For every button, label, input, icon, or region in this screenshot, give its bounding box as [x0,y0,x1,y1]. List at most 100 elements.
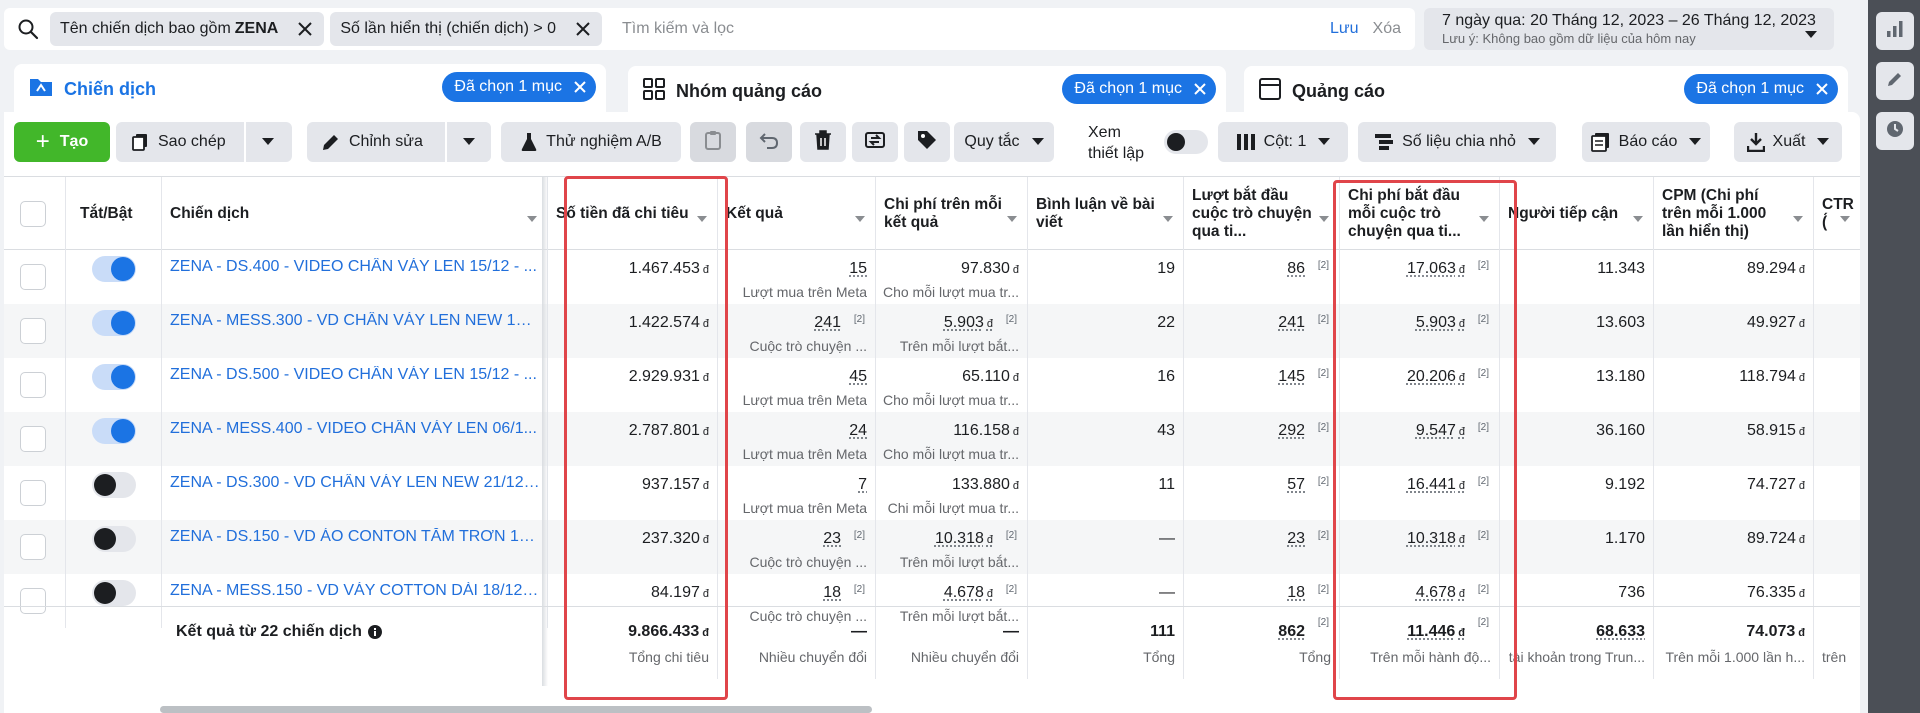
info-icon[interactable] [367,625,382,639]
campaign-name-link[interactable]: ZENA - MESS.400 - VIDEO CHÂN VÁY LEN 06/… [170,420,540,438]
filter-chip-campaign-name[interactable]: Tên chiến dịch bao gồm ZENA [50,12,325,46]
close-icon[interactable] [1816,83,1828,95]
reports-button[interactable]: Báo cáo [1582,122,1710,162]
edit-dropdown[interactable] [445,122,491,162]
campaign-toggle[interactable] [92,580,136,606]
breakdown-button[interactable]: Số liệu chia nhỏ [1358,122,1556,162]
column-header-cost_convo[interactable]: Chi phí bắt đầu mỗi cuộc trò chuyện qua … [1340,177,1500,251]
history-button[interactable] [1876,112,1914,150]
column-header-convos[interactable]: Lượt bắt đầu cuộc trò chuyện qua ti... [1184,177,1340,251]
cost_convo-value[interactable]: 17.063 đ [1407,260,1465,278]
convos-value[interactable]: 18 [1287,584,1305,602]
duplicate-dropdown[interactable] [244,122,290,162]
campaign-toggle[interactable] [92,364,136,390]
close-icon[interactable] [296,20,314,38]
close-icon[interactable] [1194,83,1206,95]
horizontal-scrollbar[interactable] [160,706,872,713]
column-header-name[interactable]: Chiến dịch [162,177,548,251]
columns-button[interactable]: Cột: 1 [1218,122,1348,162]
column-header-spend[interactable]: Số tiền đã chi tiêu [548,177,718,251]
cost_convo-value[interactable]: 5.903 đ [1416,314,1465,332]
sort-caret-icon[interactable] [1479,209,1489,222]
table-row[interactable]: ZENA - DS.400 - VIDEO CHÂN VÁY LEN 15/12… [4,250,1860,304]
cost_convo-value[interactable]: 10.318 đ [1407,530,1465,548]
column-header-comments[interactable]: Bình luận về bài viết [1028,177,1184,251]
save-filter-link[interactable]: Lưu [1330,20,1359,38]
tag-button[interactable] [904,122,950,162]
campaign-toggle[interactable] [92,526,136,552]
close-icon[interactable] [574,81,586,93]
convos-value[interactable]: 23 [1287,530,1305,548]
selected-pill[interactable]: Đã chọn 1 mục [1684,74,1838,104]
column-header-cpm[interactable]: CPM (Chi phí trên mỗi 1.000 lần hiển thị… [1654,177,1814,251]
chart-button[interactable] [1876,12,1914,50]
create-button[interactable]: + Tạo [14,122,110,162]
column-header-cpr[interactable]: Chi phí trên mỗi kết quả [876,177,1028,251]
sort-caret-icon[interactable] [1793,209,1803,222]
selected-pill[interactable]: Đã chọn 1 mục [1062,74,1216,104]
convos-value[interactable]: 145 [1278,368,1305,386]
campaign-name-link[interactable]: ZENA - MESS.150 - VD VÁY COTTON DÀI 18/1… [170,582,540,600]
row-checkbox[interactable] [20,480,46,506]
convos-value[interactable]: 241 [1278,314,1305,332]
sort-caret-icon[interactable] [1633,209,1643,222]
column-header-ctr[interactable]: CTR (́ [1814,177,1860,251]
sort-caret-icon[interactable] [855,209,865,222]
table-row[interactable]: ZENA - DS.500 - VIDEO CHÂN VÁY LEN 15/12… [4,358,1860,412]
sort-caret-icon[interactable] [1163,209,1173,222]
campaign-name-link[interactable]: ZENA - DS.300 - VD CHÂN VÁY LEN NEW 21/1… [170,474,540,492]
result-value[interactable]: 23 [823,530,841,548]
cost_convo-value[interactable]: 9.547 đ [1416,422,1465,440]
row-checkbox[interactable] [20,318,46,344]
row-checkbox[interactable] [20,201,46,227]
column-header-result[interactable]: Kết quả [718,177,876,251]
convos-value[interactable]: 57 [1287,476,1305,494]
undo-button[interactable] [746,122,792,162]
rules-button[interactable]: Quy tắc [954,122,1054,162]
swap-button[interactable] [852,122,898,162]
result-value[interactable]: 18 [823,584,841,602]
delete-button[interactable] [800,122,846,162]
campaign-toggle[interactable] [92,310,136,336]
cpr-value[interactable]: 4.678 đ [944,584,993,602]
campaign-name-link[interactable]: ZENA - DS.500 - VIDEO CHÂN VÁY LEN 15/12… [170,366,540,384]
export-button[interactable]: Xuất [1734,122,1842,162]
result-value[interactable]: 45 [849,368,867,386]
campaign-toggle[interactable] [92,256,136,282]
date-range-picker[interactable]: 7 ngày qua: 20 Tháng 12, 2023 – 26 Tháng… [1424,8,1834,50]
column-header-reach[interactable]: Người tiếp cận [1500,177,1654,251]
tab-campaigns[interactable]: Chiến dịch Đã chọn 1 mục [14,64,606,114]
sort-caret-icon[interactable] [697,209,707,222]
cpr-value[interactable]: 10.318 đ [935,530,993,548]
convos-value[interactable]: 292 [1278,422,1305,440]
result-value[interactable]: 241 [814,314,841,332]
column-header-toggle[interactable]: Tắt/Bật [66,177,162,251]
campaign-name-link[interactable]: ZENA - MESS.300 - VD CHÂN VÁY LEN NEW 18… [170,312,540,330]
cost_convo-value[interactable]: 16.441 đ [1407,476,1465,494]
sort-caret-icon[interactable] [1007,209,1017,222]
edit-panel-button[interactable] [1876,62,1914,100]
close-icon[interactable] [574,20,592,38]
sort-caret-icon[interactable] [1319,209,1329,222]
tab-ad-sets[interactable]: Nhóm quảng cáo Đã chọn 1 mục [628,66,1226,116]
filter-chip-impressions[interactable]: Số lần hiển thị (chiến dịch) > 0 [330,12,603,46]
row-checkbox[interactable] [20,372,46,398]
view-setup-toggle[interactable] [1164,130,1208,154]
table-row[interactable]: ZENA - MESS.400 - VIDEO CHÂN VÁY LEN 06/… [4,412,1860,466]
selected-pill[interactable]: Đã chọn 1 mục [442,72,596,102]
clear-filter-link[interactable]: Xóa [1373,20,1401,38]
table-row[interactable]: ZENA - DS.150 - VD ÁO CONTON TĂM TRƠN 18… [4,520,1860,574]
row-checkbox[interactable] [20,534,46,560]
sort-caret-icon[interactable] [527,209,537,222]
row-checkbox[interactable] [20,264,46,290]
table-row[interactable]: ZENA - MESS.300 - VD CHÂN VÁY LEN NEW 18… [4,304,1860,358]
cost_convo-value[interactable]: 20.206 đ [1407,368,1465,386]
campaign-name-link[interactable]: ZENA - DS.400 - VIDEO CHÂN VÁY LEN 15/12… [170,258,540,276]
convos-value[interactable]: 86 [1287,260,1305,278]
clipboard-button[interactable] [690,122,736,162]
tab-ads[interactable]: Quảng cáo Đã chọn 1 mục [1244,66,1848,116]
cost_convo-value[interactable]: 4.678 đ [1416,584,1465,602]
ab-test-button[interactable]: Thử nghiệm A/B [501,122,681,162]
result-value[interactable]: 24 [849,422,867,440]
cpr-value[interactable]: 5.903 đ [944,314,993,332]
